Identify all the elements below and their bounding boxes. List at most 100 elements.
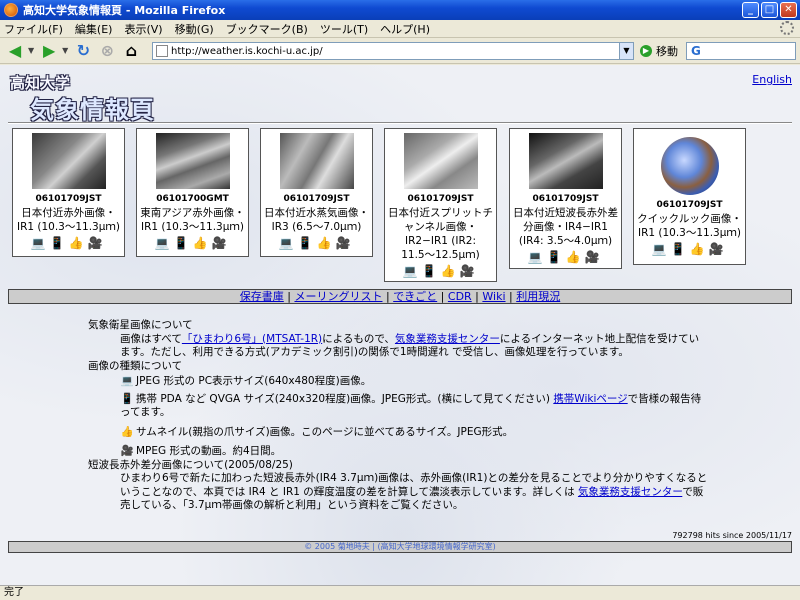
pc-image-icon[interactable]: 💻 (652, 242, 671, 256)
card-date: 06101709JST (35, 194, 102, 204)
pda-image-icon[interactable]: 📱 (174, 236, 193, 250)
card-ir1-japan: 06101709JST 日本付近赤外画像・IR1 (10.3〜11.3μｍ) 💻… (12, 128, 125, 257)
menu-view[interactable]: 表示(V) (124, 21, 162, 37)
satellite-thumbnail[interactable] (403, 133, 478, 189)
paragraph-source: 画像はすべて「ひまわり6号」(MTSAT-1R)によるもので、気象業務支援センタ… (120, 332, 700, 359)
stop-icon[interactable]: ⊗ (96, 40, 118, 62)
paragraph-ir4: ひまわり6号で新たに加わった短波長赤外(IR4 3.7μｍ)画像は、赤外画像(I… (120, 472, 708, 511)
card-date: 06101700GMT (156, 194, 229, 204)
type-pc: 💻 JPEG 形式の PC表示サイズ(640x480程度)画像。 (120, 375, 372, 387)
card-quicklook: 06101709JST クイックルック画像・IR1 (10.3〜11.3μｍ) … (633, 128, 746, 265)
movie-icon[interactable]: 🎥 (459, 264, 478, 278)
globe-thumbnail[interactable] (652, 133, 727, 195)
thumbnail-icon[interactable]: 👍 (69, 236, 88, 250)
status-bar: 完了 (0, 585, 800, 600)
card-name: 日本付近スプリットチャンネル画像・IR2−IR1 (IR2: 11.5〜12.5… (388, 207, 493, 261)
movie-icon[interactable]: 🎥 (211, 236, 230, 250)
pc-image-icon[interactable]: 💻 (528, 250, 547, 264)
type-movie: 🎥 MPEG 形式の動画。約4日間。 (120, 445, 282, 457)
card-date: 06101709JST (283, 194, 350, 204)
menu-file[interactable]: ファイル(F) (4, 21, 63, 37)
footer: © 2005 菊地時夫 | (高知大学地球環境情報学研究室) (8, 541, 792, 553)
url-dropdown-icon[interactable]: ▼ (619, 43, 633, 59)
menu-bar: ファイル(F) 編集(E) 表示(V) 移動(G) ブックマーク(B) ツール(… (0, 20, 800, 38)
card-name: 日本付近赤外画像・IR1 (10.3〜11.3μｍ) (16, 207, 121, 233)
english-link[interactable]: English (752, 73, 792, 86)
pda-image-icon[interactable]: 📱 (547, 250, 566, 264)
divider (8, 122, 792, 124)
go-label: 移動 (656, 45, 678, 58)
forward-arrow-icon[interactable]: ▶ (38, 40, 60, 62)
throbber-icon (780, 21, 794, 35)
pda-image-icon[interactable]: 📱 (422, 264, 441, 278)
close-button[interactable]: ✕ (780, 2, 797, 18)
reload-icon[interactable]: ↻ (72, 40, 94, 62)
movie-icon[interactable]: 🎥 (708, 242, 727, 256)
thumbnail-icon[interactable]: 👍 (690, 242, 709, 256)
google-icon: G (691, 44, 701, 58)
events-link[interactable]: できごと (393, 290, 437, 303)
movie-icon: 🎥 (120, 445, 134, 457)
logo-line2: 気象情報頁 (30, 96, 155, 124)
minimize-button[interactable]: _ (742, 2, 759, 18)
pc-image-icon[interactable]: 💻 (403, 264, 422, 278)
thumbnail-icon[interactable]: 👍 (317, 236, 336, 250)
menu-go[interactable]: 移動(G) (175, 21, 214, 37)
hit-counter: 792798 hits since 2005/11/17 (672, 531, 792, 540)
go-button[interactable]: ▶ 移動 (640, 43, 678, 59)
thumbnail-icon[interactable]: 👍 (193, 236, 212, 250)
pc-image-icon[interactable]: 💻 (31, 236, 50, 250)
card-name: クイックルック画像・IR1 (10.3〜11.3μｍ) (637, 213, 742, 239)
movie-icon[interactable]: 🎥 (87, 236, 106, 250)
title-bar: 高知大学気象情報頁 - Mozilla Firefox _ □ ✕ (0, 0, 800, 20)
satellite-thumbnail[interactable] (31, 133, 106, 189)
pda-image-icon: 📱 (120, 392, 134, 405)
mailing-list-link[interactable]: メーリングリスト (294, 290, 382, 303)
mobile-wiki-link[interactable]: 携帯Wikiページ (553, 393, 627, 405)
card-name: 日本付近水蒸気画像・IR3 (6.5〜7.0μｍ) (264, 207, 369, 233)
archive-link[interactable]: 保存書庫 (240, 290, 284, 303)
satellite-thumbnail[interactable] (279, 133, 354, 189)
maximize-button[interactable]: □ (761, 2, 778, 18)
pda-image-icon[interactable]: 📱 (298, 236, 317, 250)
back-dropdown-icon[interactable]: ▼ (28, 46, 34, 55)
cdr-link[interactable]: CDR (448, 290, 472, 303)
support-center-link-2[interactable]: 気象業務支援センター (578, 486, 682, 498)
page-icon (156, 45, 168, 57)
site-logo: 高知大学 気象情報頁 (10, 72, 170, 124)
menu-tools[interactable]: ツール(T) (320, 21, 368, 37)
window-title: 高知大学気象情報頁 - Mozilla Firefox (23, 4, 226, 17)
usage-link[interactable]: 利用現況 (516, 290, 560, 303)
card-ir4-diff: 06101709JST 日本付近短波長赤外差分画像・IR4−IR1 (IR4: … (509, 128, 622, 269)
movie-icon[interactable]: 🎥 (335, 236, 354, 250)
description: 気象衛星画像について 画像はすべて「ひまわり6号」(MTSAT-1R)によるもの… (88, 319, 708, 513)
pda-image-icon[interactable]: 📱 (671, 242, 690, 256)
card-name: 日本付近短波長赤外差分画像・IR4−IR1 (IR4: 3.5〜4.0μｍ) (513, 207, 618, 247)
page-content: 高知大学 気象情報頁 English 06101709JST 日本付近赤外画像・… (0, 65, 800, 585)
menu-help[interactable]: ヘルプ(H) (380, 21, 430, 37)
himawari-link[interactable]: 「ひまわり6号」(MTSAT-1R) (182, 333, 322, 345)
menu-edit[interactable]: 編集(E) (75, 21, 113, 37)
back-arrow-icon[interactable]: ◀ (4, 40, 26, 62)
wiki-link[interactable]: Wiki (482, 290, 505, 303)
movie-icon[interactable]: 🎥 (584, 250, 603, 264)
card-date: 06101709JST (532, 194, 599, 204)
type-pda: 📱 携帯 PDA など QVGA サイズ(240x320程度)画像。JPEG形式。… (120, 392, 702, 419)
thumbnail-icon[interactable]: 👍 (441, 264, 460, 278)
support-center-link[interactable]: 気象業務支援センター (395, 333, 500, 345)
pda-image-icon[interactable]: 📱 (50, 236, 69, 250)
card-split-channel: 06101709JST 日本付近スプリットチャンネル画像・IR2−IR1 (IR… (384, 128, 497, 282)
menu-bookmarks[interactable]: ブックマーク(B) (226, 21, 308, 37)
satellite-thumbnail[interactable] (528, 133, 603, 189)
url-text: http://weather.is.kochi-u.ac.jp/ (171, 45, 323, 57)
go-arrow-icon: ▶ (640, 45, 652, 57)
forward-dropdown-icon[interactable]: ▼ (62, 46, 68, 55)
home-icon[interactable]: ⌂ (120, 40, 142, 62)
url-field[interactable]: http://weather.is.kochi-u.ac.jp/ ▼ (152, 42, 634, 60)
firefox-icon (4, 3, 18, 17)
pc-image-icon[interactable]: 💻 (279, 236, 298, 250)
thumbnail-icon[interactable]: 👍 (566, 250, 585, 264)
search-input[interactable]: G (686, 42, 796, 60)
satellite-thumbnail[interactable] (155, 133, 230, 189)
pc-image-icon[interactable]: 💻 (155, 236, 174, 250)
